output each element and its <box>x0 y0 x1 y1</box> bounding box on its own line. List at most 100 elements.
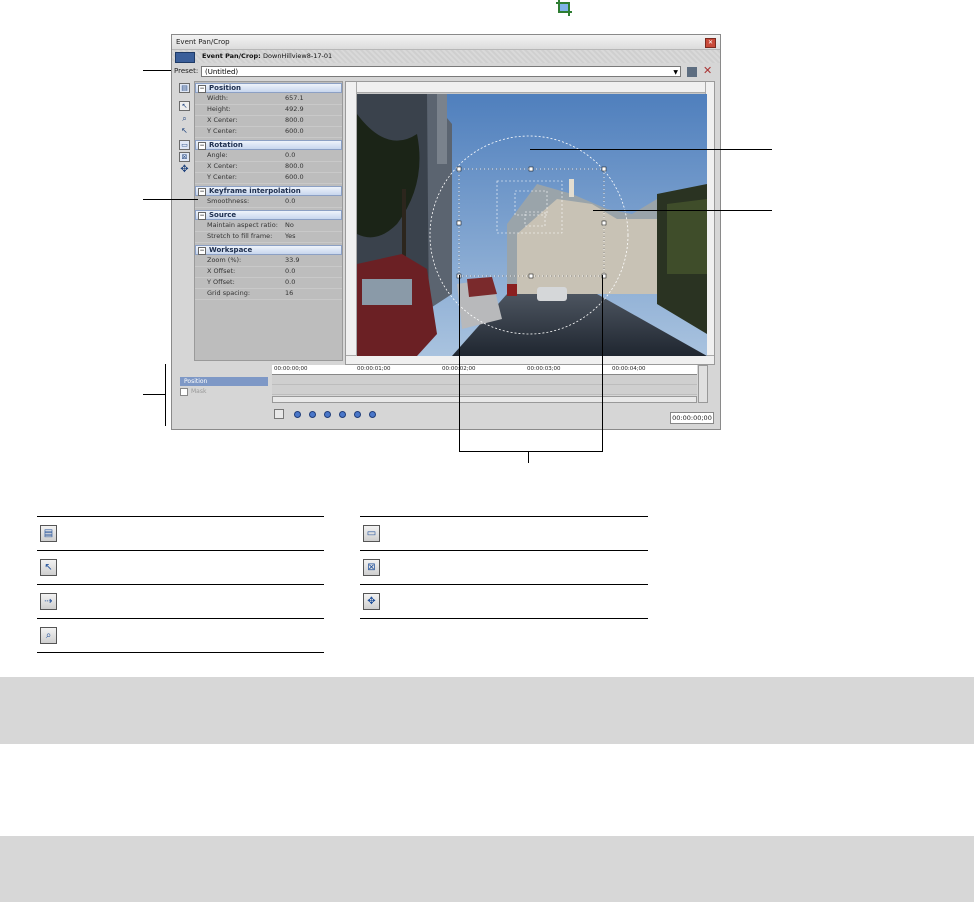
move-freely-icon: ✥ <box>363 593 380 610</box>
close-button[interactable]: ✕ <box>705 38 716 48</box>
save-preset-icon[interactable] <box>687 67 697 77</box>
callout-bracket-stem <box>528 451 529 463</box>
prop-row[interactable]: Y Center: 600.0 <box>195 126 342 138</box>
callout-line-preset <box>143 70 171 71</box>
video-frame[interactable] <box>357 94 707 356</box>
show-properties-button[interactable]: ▤ <box>179 83 190 93</box>
next-keyframe-icon[interactable] <box>324 411 331 418</box>
prop-value: 657.1 <box>285 94 304 102</box>
event-header-label: Event Pan/Crop: DownHillview8-17-01 <box>202 50 332 63</box>
keyframe-tracks[interactable] <box>272 375 697 395</box>
prop-label: Width: <box>207 94 229 102</box>
track-list: Position Mask <box>176 365 271 427</box>
section-rotation[interactable]: − Rotation <box>195 140 342 150</box>
track-position[interactable]: Position <box>180 377 268 386</box>
street-photo <box>357 94 707 356</box>
prop-value: 600.0 <box>285 127 304 135</box>
track-mask[interactable]: Mask <box>180 387 268 396</box>
prop-label: Y Center: <box>207 173 237 181</box>
prop-row[interactable]: Y Center: 600.0 <box>195 172 342 184</box>
last-keyframe-icon[interactable] <box>339 411 346 418</box>
workspace-ruler-bottom <box>346 355 714 364</box>
prop-label: X Center: <box>207 162 238 170</box>
edit-in-object-space-icon: ⊠ <box>363 559 380 576</box>
prop-value: 33.9 <box>285 256 300 264</box>
event-icon <box>175 52 195 63</box>
section-position-label: Position <box>209 84 242 92</box>
legend-row: ⊠ <box>360 551 648 585</box>
delete-keyframe-icon[interactable] <box>369 411 376 418</box>
zoom-tool-icon[interactable]: ⌕ <box>179 114 190 124</box>
workspace-ruler-top <box>346 82 714 93</box>
mask-checkbox[interactable] <box>180 387 188 396</box>
ruler-tick: 00:00:04;00 <box>612 366 646 372</box>
event-header-title: Event Pan/Crop: <box>202 52 261 60</box>
keyframe-controls: 00:00:00;00 <box>272 406 718 424</box>
prop-row[interactable]: Stretch to fill frame: Yes <box>195 231 342 243</box>
zoom-edit-tool-icon: ⇢ <box>40 593 57 610</box>
section-position[interactable]: − Position <box>195 83 342 93</box>
previous-keyframe-icon[interactable] <box>309 411 316 418</box>
add-keyframe-icon[interactable] <box>354 411 361 418</box>
enable-snapping-icon: ▭ <box>363 525 380 542</box>
prop-label: X Center: <box>207 116 238 124</box>
section-rotation-label: Rotation <box>209 141 243 149</box>
prop-label: Smoothness: <box>207 197 250 205</box>
section-source[interactable]: − Source <box>195 210 342 220</box>
ruler-tick: 00:00:01;00 <box>357 366 391 372</box>
normal-edit-tool-button[interactable]: ↖ <box>179 101 190 111</box>
section-keyframe-label: Keyframe interpolation <box>209 187 301 195</box>
legend-row: ✥ <box>360 585 648 619</box>
note-band <box>0 836 974 902</box>
normal-edit-tool-icon: ↖ <box>40 559 57 576</box>
edit-in-object-space-button[interactable]: ⊠ <box>179 152 190 162</box>
timeline-scrollbar[interactable] <box>272 396 697 403</box>
section-keyframe-interpolation[interactable]: − Keyframe interpolation <box>195 186 342 196</box>
event-header: Event Pan/Crop: DownHillview8-17-01 <box>172 50 720 63</box>
edit-in-object-space-icon: ⊠ <box>181 153 188 161</box>
delete-preset-icon[interactable]: ✕ <box>703 65 712 77</box>
preset-value: (Untitled) <box>205 68 239 76</box>
tool-column: ▤ ↖ ⌕ ↖ ▭ ⊠ ✥ <box>176 81 194 181</box>
first-keyframe-icon[interactable] <box>294 411 301 418</box>
enable-snapping-button[interactable]: ▭ <box>179 140 190 150</box>
collapse-icon: − <box>198 142 206 150</box>
prop-label: Y Offset: <box>207 278 235 286</box>
callout-bracket-timeline <box>165 364 166 426</box>
section-workspace[interactable]: − Workspace <box>195 245 342 255</box>
prop-label: Height: <box>207 105 231 113</box>
crop-icon <box>556 0 572 16</box>
prop-label: Angle: <box>207 151 228 159</box>
zoom-edit-tool-icon[interactable]: ↖ <box>179 126 190 136</box>
legend-row: ▭ <box>360 517 648 551</box>
collapse-icon: − <box>198 188 206 196</box>
callout-bracket-right <box>602 275 603 452</box>
ruler-tick: 00:00:00;00 <box>274 366 308 372</box>
sync-cursor-icon[interactable] <box>274 409 284 419</box>
timeline-ruler[interactable]: 00:00:00;00 00:00:01;00 00:00:02;00 00:0… <box>272 365 697 375</box>
prop-row[interactable]: Grid spacing: 16 <box>195 288 342 300</box>
prop-value: 800.0 <box>285 162 304 170</box>
timeline-vertical-scrollbar[interactable] <box>698 365 708 403</box>
event-file-name: DownHillview8-17-01 <box>263 52 333 60</box>
window-title: Event Pan/Crop <box>176 38 230 46</box>
title-bar: Event Pan/Crop ✕ <box>172 35 720 50</box>
prop-label: Stretch to fill frame: <box>207 232 273 240</box>
timecode-display: 00:00:00;00 <box>670 412 714 424</box>
move-freely-icon[interactable]: ✥ <box>179 165 190 175</box>
section-source-label: Source <box>209 211 237 219</box>
workspace-ruler-left <box>346 82 357 364</box>
callout-line-timeline <box>143 394 165 395</box>
prop-row[interactable]: Smoothness: 0.0 <box>195 196 342 208</box>
prop-value: 800.0 <box>285 116 304 124</box>
preset-dropdown[interactable]: (Untitled) ▼ <box>201 66 681 77</box>
properties-panel: − Position Width: 657.1 Height: 492.9 X Cen… <box>194 81 343 361</box>
callout-bracket-left <box>459 275 460 452</box>
prop-label: Maintain aspect ratio: <box>207 221 278 229</box>
enable-snapping-icon: ▭ <box>181 141 188 149</box>
prop-label: Zoom (%): <box>207 256 242 264</box>
preset-label: Preset: <box>174 67 199 75</box>
ruler-tick: 00:00:03;00 <box>527 366 561 372</box>
timeline-area: 00:00:00;00 00:00:01;00 00:00:02;00 00:0… <box>272 365 718 427</box>
legend-row: ⌕ <box>37 619 324 653</box>
